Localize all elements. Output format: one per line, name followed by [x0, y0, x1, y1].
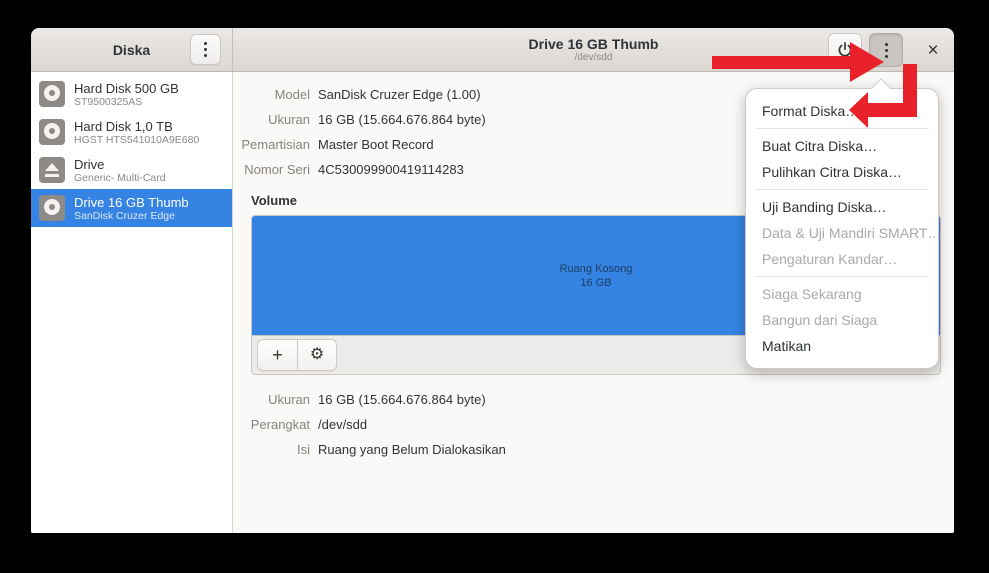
gear-icon: ⚙: [309, 346, 325, 363]
vertical-dots-icon: [204, 42, 207, 57]
menu-item-restore-disk-image[interactable]: Pulihkan Citra Diska…: [746, 159, 938, 185]
drive-subtitle: /dev/sdd: [574, 51, 613, 63]
sidebar-item-hard-disk-500gb[interactable]: Hard Disk 500 GB ST9500325AS: [31, 75, 232, 113]
field-label: Pemartisian: [241, 137, 310, 152]
field-label: Isi: [297, 442, 310, 457]
disk-model: ST9500325AS: [74, 95, 143, 108]
menu-item-format-disk[interactable]: Format Diska…: [746, 98, 938, 124]
sidebar-item-hard-disk-1tb[interactable]: Hard Disk 1,0 TB HGST HTS541010A9E680: [31, 113, 232, 151]
eject-icon: [39, 157, 65, 183]
vertical-dots-icon: [884, 42, 888, 58]
main-header: Drive 16 GB Thumb /dev/sdd ×: [233, 28, 954, 71]
disk-name: Hard Disk 500 GB: [74, 80, 179, 96]
drive-options-menu: Format Diska… Buat Citra Diska… Pulihkan…: [745, 78, 942, 369]
menu-item-wakeup-from-standby: Bangun dari Siaga: [762, 312, 878, 328]
power-icon: [838, 42, 852, 57]
disk-name: Drive: [74, 156, 105, 172]
sidebar-item-thumb-drive[interactable]: Drive 16 GB Thumb SanDisk Cruzer Edge: [31, 189, 232, 227]
menu-item-standby-now: Siaga Sekarang: [762, 286, 862, 302]
disk-icon: [39, 119, 65, 145]
field-label: Nomor Seri: [244, 162, 310, 177]
disk-model: SanDisk Cruzer Edge: [74, 209, 175, 222]
menu-item-create-disk-image[interactable]: Buat Citra Diska…: [746, 133, 938, 159]
window-close-button[interactable]: ×: [920, 37, 946, 63]
sidebar-item-card-drive[interactable]: Drive Generic- Multi-Card: [31, 151, 232, 189]
field-value: Ruang yang Belum Dialokasikan: [318, 442, 506, 457]
create-partition-button[interactable]: +: [258, 340, 297, 370]
drive-title: Drive 16 GB Thumb: [528, 35, 659, 52]
disk-icon: [39, 81, 65, 107]
field-label: Ukuran: [268, 112, 310, 127]
volume-options-button[interactable]: ⚙: [297, 340, 336, 370]
sidebar-menu-button[interactable]: [190, 34, 221, 65]
field-label: Perangkat: [250, 417, 310, 432]
disk-list-sidebar: Hard Disk 500 GB ST9500325AS Hard Disk 1…: [31, 72, 233, 533]
disk-icon: [39, 195, 65, 221]
menu-separator: [755, 276, 929, 277]
disk-name: Hard Disk 1,0 TB: [74, 118, 173, 134]
menu-item-drive-settings: Pengaturan Kandar…: [762, 251, 898, 267]
menu-separator: [755, 189, 929, 190]
header-menu-button[interactable]: [869, 33, 903, 67]
disk-model: Generic- Multi-Card: [74, 171, 166, 184]
segment-label: Ruang Kosong: [559, 262, 633, 275]
field-value: /dev/sdd: [318, 417, 368, 432]
power-off-button[interactable]: [828, 33, 862, 67]
menu-item-smart-data: Data & Uji Mandiri SMART…: [762, 225, 942, 241]
menu-separator: [755, 128, 929, 129]
sidebar-header: Diska: [31, 28, 233, 71]
field-label: Model: [274, 87, 310, 102]
app-title: Diska: [112, 41, 151, 58]
volume-info-grid: Ukuran 16 GB (15.664.676.864 byte) Peran…: [233, 387, 954, 462]
field-label: Ukuran: [268, 392, 310, 407]
field-value: 16 GB (15.664.676.864 byte): [318, 392, 486, 407]
menu-item-benchmark-disk[interactable]: Uji Banding Diska…: [746, 194, 938, 220]
disk-model: HGST HTS541010A9E680: [74, 133, 200, 146]
plus-icon: +: [272, 345, 283, 365]
headerbar: Diska Drive 16 GB Thumb /dev/sdd ×: [31, 28, 954, 72]
close-icon: ×: [927, 39, 939, 61]
disk-name: Drive 16 GB Thumb: [74, 194, 189, 210]
menu-item-power-off[interactable]: Matikan: [746, 333, 938, 359]
segment-size: 16 GB: [580, 276, 612, 289]
